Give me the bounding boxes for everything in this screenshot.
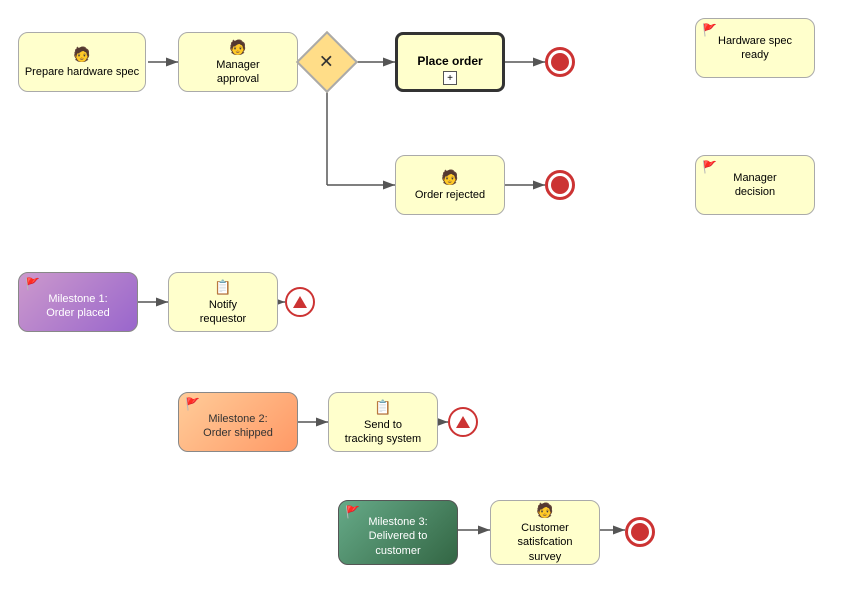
place-order[interactable]: Place order + — [395, 32, 505, 92]
hw-spec-ready[interactable]: 🚩 Hardware specready — [695, 18, 815, 78]
end-event-2 — [545, 170, 575, 200]
milestone-order-shipped[interactable]: 🚩 Milestone 2:Order shipped — [178, 392, 298, 452]
flag-icon-m3: 🚩 — [345, 505, 360, 521]
person-icon2: 🧑 — [229, 38, 246, 56]
manager-decision[interactable]: 🚩 Managerdecision — [695, 155, 815, 215]
person-icon3: 🧑 — [441, 168, 458, 186]
milestone-order-placed[interactable]: 🚩 Milestone 1:Order placed — [18, 272, 138, 332]
person-icon4: 🧑 — [536, 501, 553, 519]
int-event-1 — [285, 287, 315, 317]
order-rejected[interactable]: 🧑 Order rejected — [395, 155, 505, 215]
prepare-hardware-spec[interactable]: 🧑 Prepare hardware spec — [18, 32, 146, 92]
milestone-delivered[interactable]: 🚩 Milestone 3:Delivered tocustomer — [338, 500, 458, 565]
person-icon: 🧑 — [73, 45, 90, 63]
script-icon: 📋 — [214, 278, 231, 296]
send-tracking-system[interactable]: 📋 Send totracking system — [328, 392, 438, 452]
gateway-exclusive[interactable]: ✕ — [296, 31, 358, 93]
end-event-3 — [625, 517, 655, 547]
customer-survey[interactable]: 🧑 Customersatisfcationsurvey — [490, 500, 600, 565]
int-event-2 — [448, 407, 478, 437]
end-event-1 — [545, 47, 575, 77]
flag-icon-mgr: 🚩 — [702, 160, 717, 176]
notify-requestor[interactable]: 📋 Notifyrequestor — [168, 272, 278, 332]
bpmn-diagram: 🧑 Prepare hardware spec 🧑 Managerapprova… — [0, 0, 846, 597]
flag-icon-m1: 🚩 — [25, 277, 40, 293]
script-icon2: 📋 — [374, 398, 391, 416]
manager-approval[interactable]: 🧑 Managerapproval — [178, 32, 298, 92]
flag-icon-hw: 🚩 — [702, 23, 717, 39]
flag-icon-m2: 🚩 — [185, 397, 200, 413]
subprocess-marker: + — [443, 71, 457, 85]
